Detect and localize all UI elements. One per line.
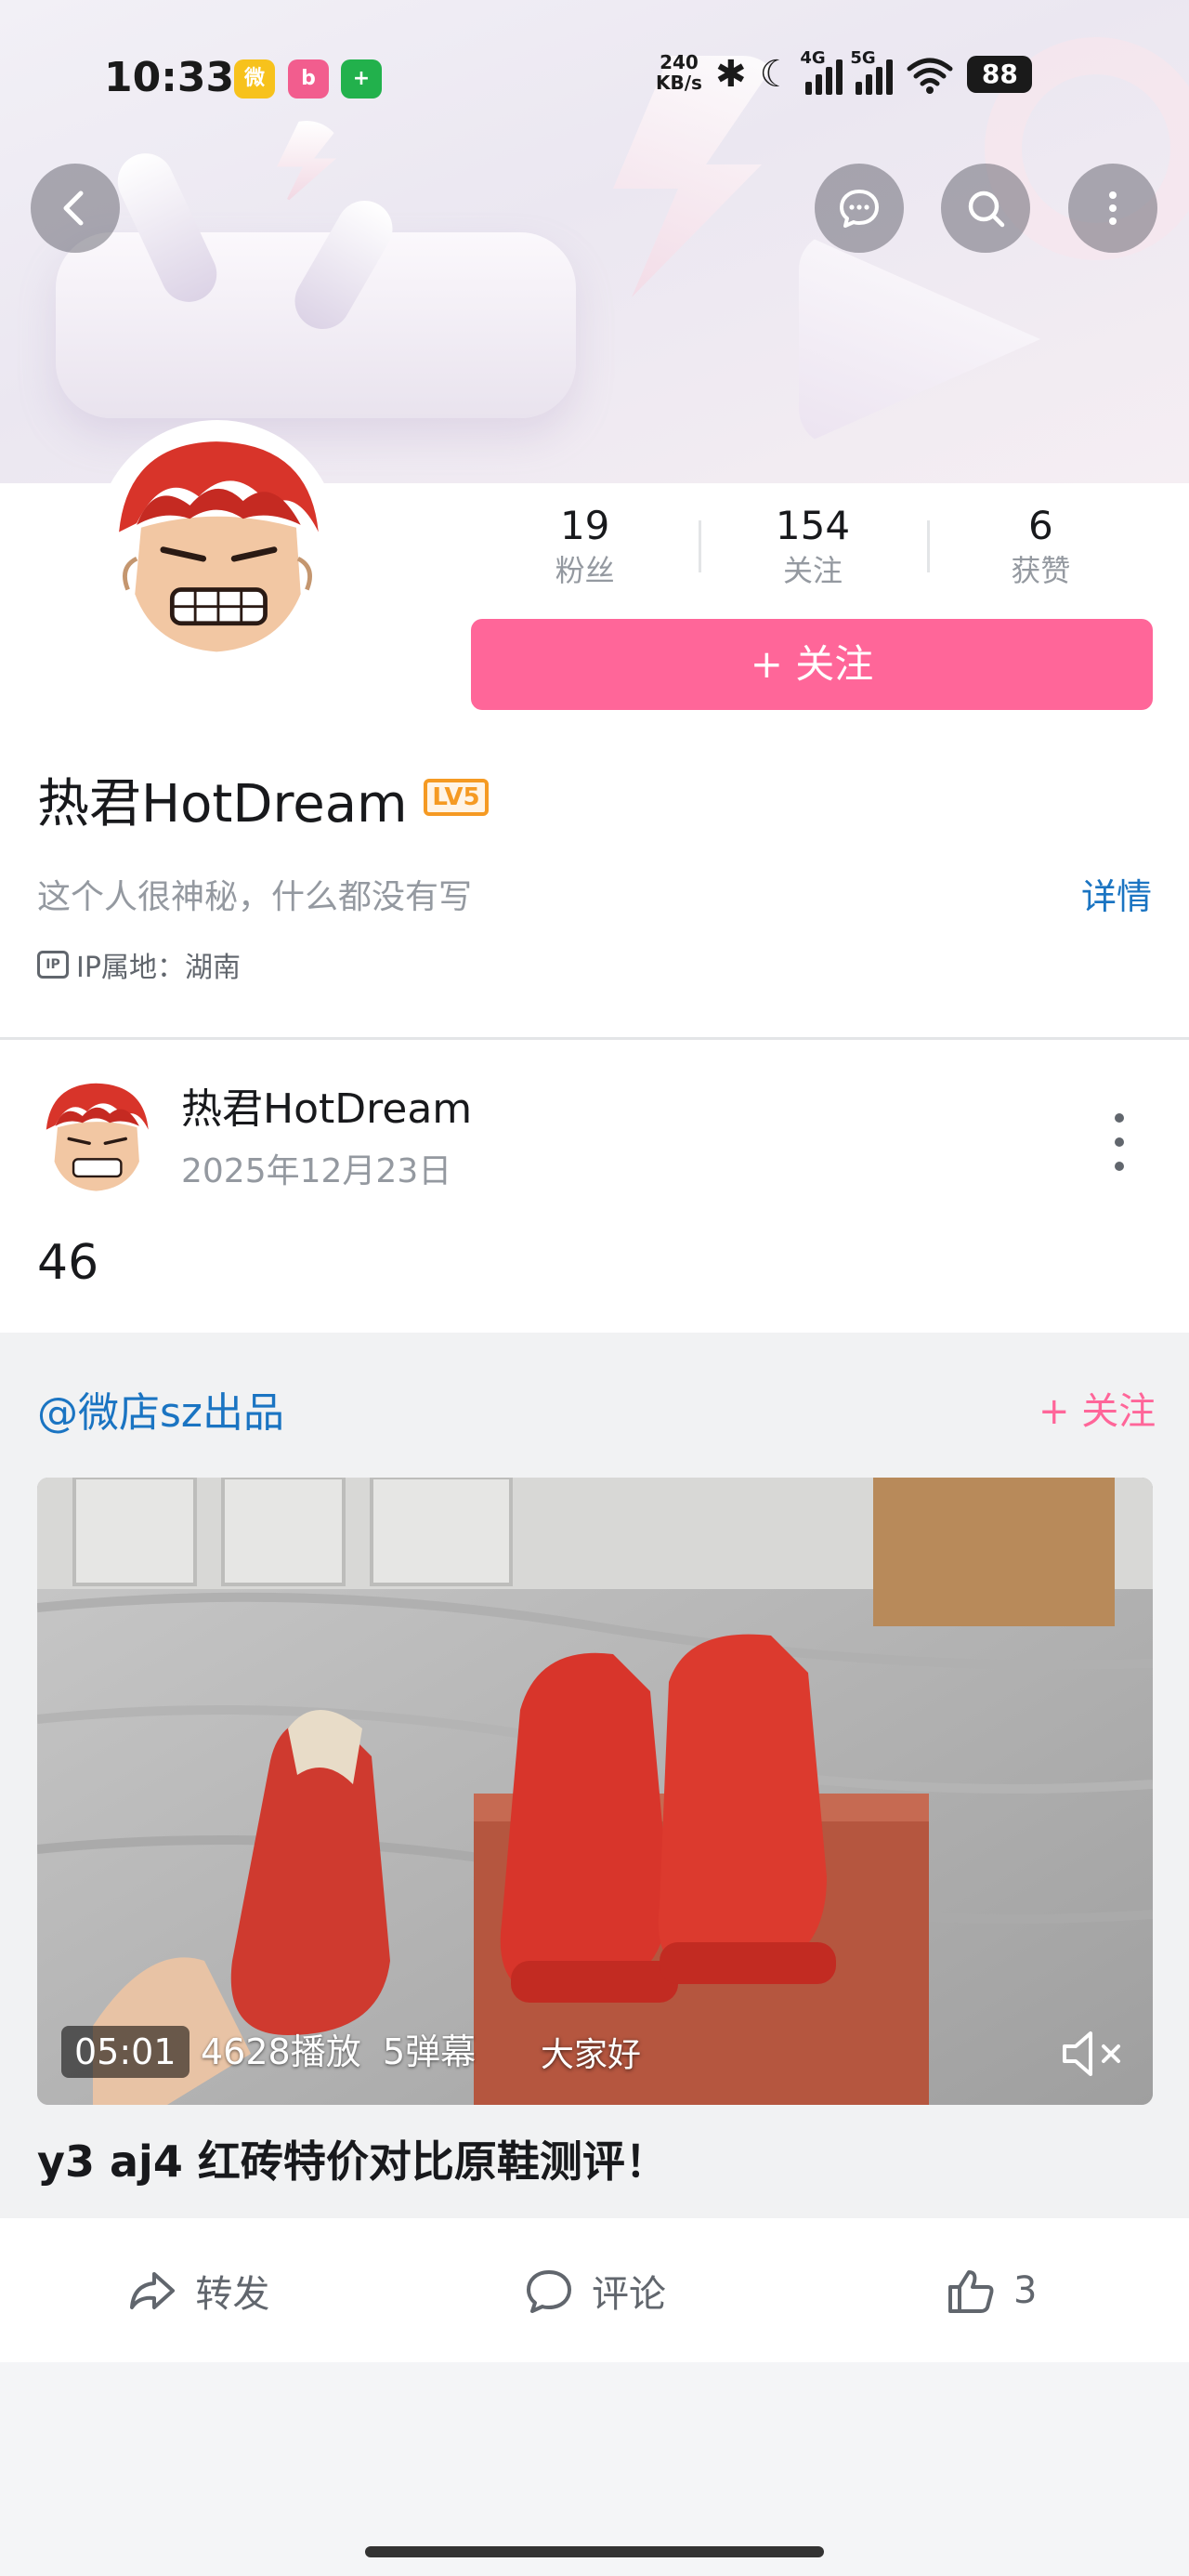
shared-video-card[interactable]: @微店sz出品 + 关注 05:01 4628播放 5弹幕 大家好 y3 aj4… bbox=[0, 1333, 1189, 2218]
wifi-icon bbox=[907, 58, 953, 94]
video-play-count: 4628播放 bbox=[201, 2031, 361, 2072]
more-options-button[interactable] bbox=[1068, 164, 1157, 253]
speaker-muted-icon bbox=[1063, 2031, 1120, 2076]
share-icon bbox=[130, 2271, 176, 2309]
stat-followers[interactable]: 19 粉丝 bbox=[471, 502, 699, 595]
more-vertical-icon bbox=[1115, 1113, 1124, 1171]
post-text: 46 bbox=[37, 1235, 99, 1291]
back-button[interactable] bbox=[31, 164, 120, 253]
signal-4g-icon: 4G bbox=[800, 48, 843, 95]
profile-stats: 19 粉丝 154 关注 6 获赞 bbox=[471, 502, 1155, 595]
profile-avatar[interactable] bbox=[96, 420, 339, 664]
ip-icon: IP bbox=[37, 951, 69, 979]
signal-5g-icon: 5G bbox=[850, 48, 894, 95]
comment-button[interactable]: 评论 bbox=[397, 2218, 793, 2362]
ip-location-text: IP属地：湖南 bbox=[76, 952, 241, 984]
video-thumbnail[interactable]: 05:01 4628播放 5弹幕 大家好 bbox=[37, 1478, 1153, 2105]
like-button[interactable]: 3 bbox=[792, 2218, 1189, 2362]
moon-icon: ☾ bbox=[759, 53, 793, 96]
battery-indicator: 88 bbox=[967, 56, 1033, 93]
shared-follow-button[interactable]: + 关注 bbox=[1039, 1381, 1156, 1435]
more-vertical-icon bbox=[1109, 191, 1117, 225]
weibo-app-icon: 微 bbox=[234, 59, 275, 99]
video-title[interactable]: y3 aj4 红砖特价对比原鞋测评！ bbox=[37, 2128, 668, 2189]
mute-button[interactable] bbox=[1059, 2026, 1130, 2082]
share-label: 转发 bbox=[195, 2272, 270, 2316]
comment-icon bbox=[527, 2269, 571, 2313]
home-indicator[interactable] bbox=[365, 2546, 824, 2557]
post-more-button[interactable] bbox=[1105, 1105, 1133, 1179]
status-bar: 10:33 微 b + 240 KB/s ✱ ☾ 4G 5G 88 bbox=[0, 0, 1189, 158]
chat-bubble-icon bbox=[840, 190, 879, 228]
bilibili-app-icon: b bbox=[288, 59, 329, 99]
bluetooth-icon: ✱ bbox=[715, 53, 747, 96]
comment-label: 评论 bbox=[592, 2272, 666, 2316]
green-app-icon: + bbox=[341, 59, 382, 99]
stat-likes[interactable]: 6 获赞 bbox=[926, 502, 1155, 595]
video-subtitle: 大家好 bbox=[541, 2036, 642, 2074]
profile-bio: 这个人很神秘，什么都没有写 bbox=[37, 878, 473, 916]
post-author-avatar[interactable] bbox=[37, 1075, 156, 1194]
thumbs-up-icon bbox=[947, 2269, 994, 2313]
share-button[interactable]: 转发 bbox=[0, 2218, 397, 2362]
details-link[interactable]: 详情 bbox=[1081, 868, 1152, 919]
ip-location: IP IP属地：湖南 bbox=[37, 944, 241, 985]
video-frame-image bbox=[37, 1478, 1153, 2105]
dynamic-post: 热君HotDream 2025年12月23日 46 bbox=[0, 1040, 1189, 1333]
profile-username: 热君HotDream bbox=[37, 774, 408, 835]
video-duration: 05:01 bbox=[61, 2026, 189, 2078]
shared-author-link[interactable]: @微店sz出品 bbox=[37, 1379, 284, 1439]
post-action-bar: 转发 评论 3 bbox=[0, 2218, 1189, 2362]
message-button[interactable] bbox=[815, 164, 904, 253]
search-button[interactable] bbox=[941, 164, 1030, 253]
search-icon bbox=[968, 191, 1005, 228]
level-badge: LV5 bbox=[424, 779, 489, 816]
follow-button[interactable]: + 关注 bbox=[471, 619, 1153, 710]
like-count: 3 bbox=[1013, 2268, 1038, 2312]
profile-section: 19 粉丝 154 关注 6 获赞 + 关注 热君HotDream LV5 这个… bbox=[0, 420, 1189, 1037]
clock: 10:33 bbox=[104, 54, 235, 101]
chevron-left-icon bbox=[63, 191, 84, 226]
post-date: 2025年12月23日 bbox=[181, 1152, 452, 1190]
post-author-name[interactable]: 热君HotDream bbox=[181, 1075, 472, 1135]
video-danmaku-count: 5弹幕 bbox=[383, 2031, 477, 2072]
stat-following[interactable]: 154 关注 bbox=[699, 502, 926, 595]
network-speed: 240 KB/s bbox=[656, 51, 702, 94]
